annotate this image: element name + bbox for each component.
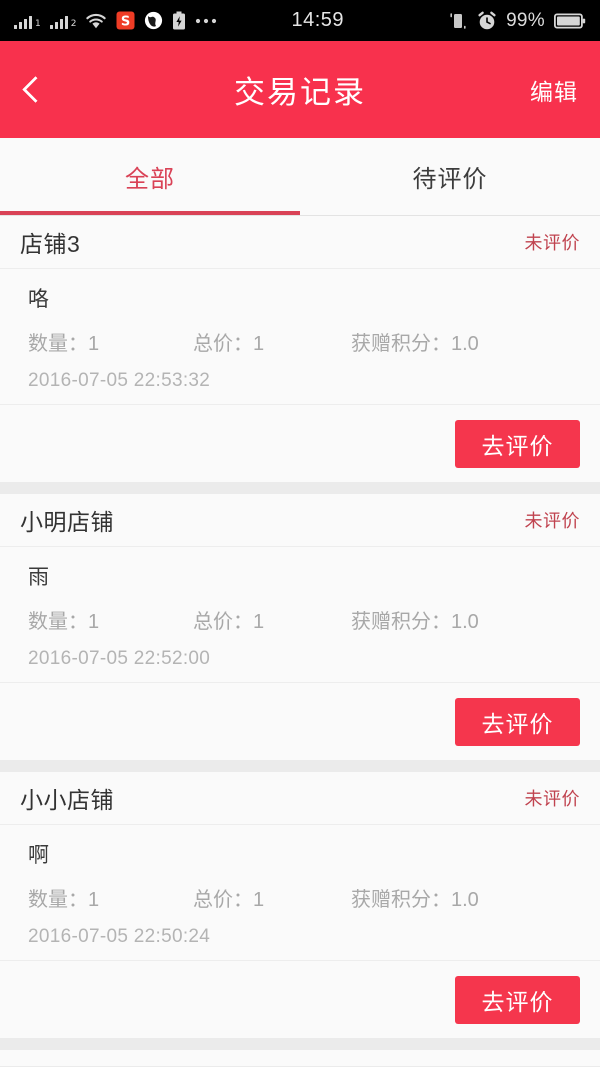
status-badge: 未评价 (524, 511, 580, 531)
points-value: 1.0 (451, 889, 479, 911)
sim2-label: 2 (70, 18, 77, 29)
page-title: 交易记录 (234, 75, 366, 110)
order-time: 2016-07-05 22:53:32 (28, 370, 211, 391)
shop-name: 小小店铺 (20, 1060, 114, 1067)
tab-pending-review-label: 待评价 (412, 166, 488, 193)
signal-bars-icon-sim1: 1 (14, 13, 41, 29)
total-price-label: 总价： (193, 333, 253, 355)
order-list[interactable]: 店铺3 未评价 咯 数量：1 总价：1 获赠积分：1.0 2016-07-05 … (0, 216, 600, 1066)
status-bar-clock: 14:59 (291, 9, 345, 31)
total-price-value: 1 (253, 611, 265, 633)
order-card[interactable]: 小小店铺 (0, 1050, 600, 1066)
sogou-input-icon: S (116, 11, 135, 30)
points-field: 获赠积分：1.0 (351, 327, 580, 356)
signal-bars-icon-sim2: 2 (49, 13, 77, 29)
quantity-value: 1 (88, 333, 100, 355)
battery-percent-label: 99% (506, 9, 545, 31)
item-name: 咯 (28, 288, 50, 311)
quantity-field: 数量：1 (28, 605, 193, 634)
total-price-value: 1 (253, 889, 265, 911)
chevron-left-icon (21, 76, 49, 103)
points-label: 获赠积分： (351, 889, 451, 911)
order-time: 2016-07-05 22:52:00 (28, 648, 211, 669)
back-button[interactable] (0, 41, 70, 138)
browser-icon (144, 11, 163, 30)
total-price-field: 总价：1 (193, 883, 351, 912)
status-bar-left: 1 2 S (14, 11, 217, 30)
status-bar-center: 14:59 (217, 9, 448, 32)
app-header: 交易记录 编辑 (0, 41, 600, 138)
quantity-label: 数量： (28, 333, 88, 355)
quantity-field: 数量：1 (28, 327, 193, 356)
points-field: 获赠积分：1.0 (351, 883, 580, 912)
tab-bar: 全部 待评价 (0, 138, 600, 216)
wifi-icon (85, 12, 107, 29)
order-card[interactable]: 店铺3 未评价 咯 数量：1 总价：1 获赠积分：1.0 2016-07-05 … (0, 216, 600, 482)
order-card-body: 啊 数量：1 总价：1 获赠积分：1.0 2016-07-05 22:50:24 (0, 825, 600, 960)
order-card-body: 雨 数量：1 总价：1 获赠积分：1.0 2016-07-05 22:52:00 (0, 547, 600, 682)
item-name: 雨 (28, 566, 50, 589)
points-label: 获赠积分： (351, 333, 451, 355)
order-card-header: 小小店铺 (0, 1050, 600, 1067)
quantity-value: 1 (88, 611, 100, 633)
order-time: 2016-07-05 22:50:24 (28, 926, 211, 947)
go-review-button[interactable]: 去评价 (455, 419, 580, 468)
status-badge: 未评价 (524, 789, 580, 809)
total-price-label: 总价： (193, 889, 253, 911)
total-price-field: 总价：1 (193, 327, 351, 356)
order-card-footer: 去评价 (0, 960, 600, 1038)
total-price-field: 总价：1 (193, 605, 351, 634)
battery-icon (554, 12, 586, 30)
order-card-body: 咯 数量：1 总价：1 获赠积分：1.0 2016-07-05 22:53:32 (0, 269, 600, 404)
quantity-label: 数量： (28, 889, 88, 911)
shop-name: 店铺3 (20, 231, 81, 257)
quantity-value: 1 (88, 889, 100, 911)
points-value: 1.0 (451, 611, 479, 633)
go-review-button[interactable]: 去评价 (455, 975, 580, 1024)
points-field: 获赠积分：1.0 (351, 605, 580, 634)
quantity-field: 数量：1 (28, 883, 193, 912)
status-bar: 1 2 S 14:59 99% (0, 0, 600, 41)
vibrate-icon (448, 11, 468, 30)
total-price-label: 总价： (193, 611, 253, 633)
status-bar-right: 99% (448, 10, 586, 32)
order-meta-row: 数量：1 总价：1 获赠积分：1.0 (28, 605, 580, 634)
battery-saver-icon (172, 11, 186, 30)
more-icon (195, 18, 217, 24)
order-card-header: 小明店铺 未评价 (0, 494, 600, 547)
order-card-header: 店铺3 未评价 (0, 216, 600, 269)
order-card[interactable]: 小明店铺 未评价 雨 数量：1 总价：1 获赠积分：1.0 2016-07-05… (0, 494, 600, 760)
total-price-value: 1 (253, 333, 265, 355)
edit-button[interactable]: 编辑 (530, 73, 578, 107)
go-review-button[interactable]: 去评价 (455, 697, 580, 746)
order-card-footer: 去评价 (0, 682, 600, 760)
order-card-footer: 去评价 (0, 404, 600, 482)
tab-all[interactable]: 全部 (0, 138, 300, 215)
order-meta-row: 数量：1 总价：1 获赠积分：1.0 (28, 327, 580, 356)
order-card-header: 小小店铺 未评价 (0, 772, 600, 825)
tab-all-label: 全部 (125, 166, 175, 193)
shop-name: 小明店铺 (20, 509, 114, 535)
alarm-clock-icon (477, 11, 497, 31)
sim1-label: 1 (35, 18, 41, 29)
quantity-label: 数量： (28, 611, 88, 633)
item-name: 啊 (28, 844, 50, 867)
svg-text:S: S (121, 15, 130, 30)
tab-pending-review[interactable]: 待评价 (300, 138, 600, 215)
order-meta-row: 数量：1 总价：1 获赠积分：1.0 (28, 883, 580, 912)
points-value: 1.0 (451, 333, 479, 355)
points-label: 获赠积分： (351, 611, 451, 633)
shop-name: 小小店铺 (20, 787, 114, 813)
order-card[interactable]: 小小店铺 未评价 啊 数量：1 总价：1 获赠积分：1.0 2016-07-05… (0, 772, 600, 1038)
status-badge: 未评价 (524, 233, 580, 253)
